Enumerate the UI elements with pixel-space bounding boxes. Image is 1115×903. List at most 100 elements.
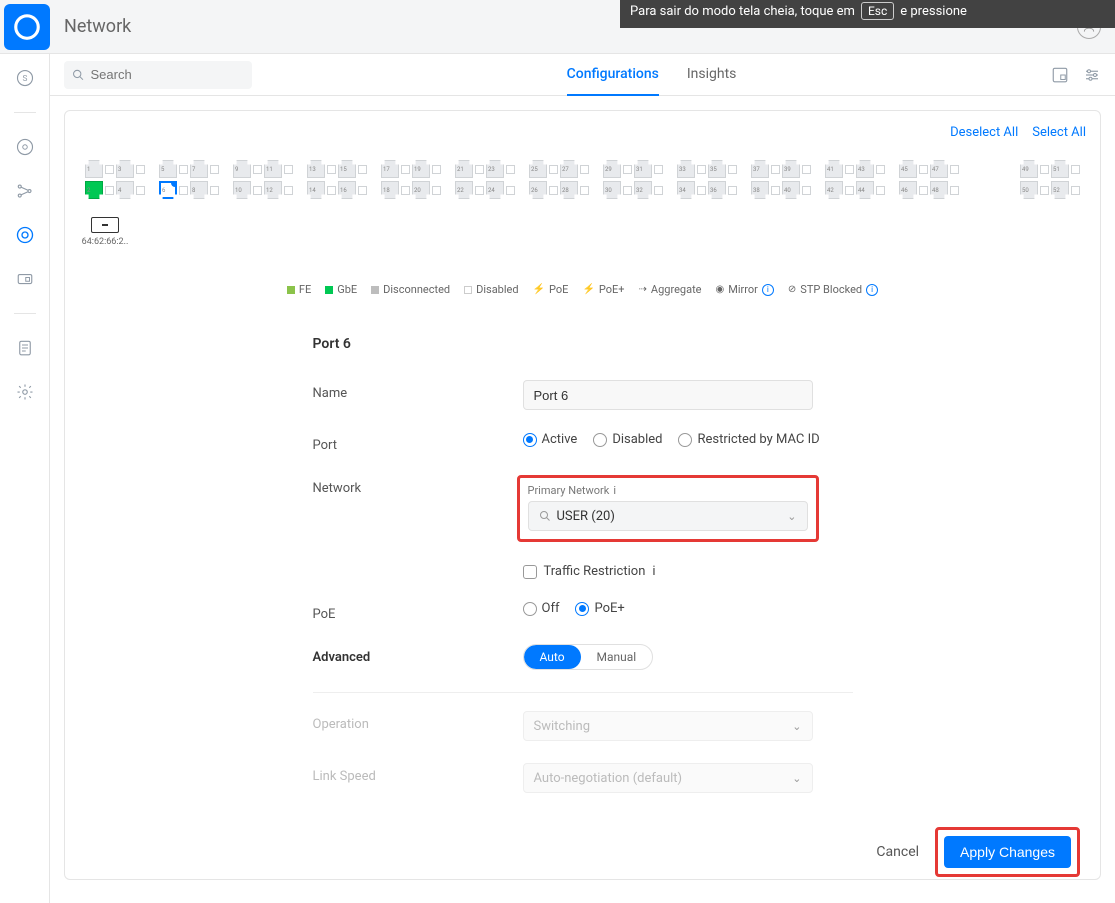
- port-38[interactable]: 38: [751, 181, 769, 199]
- apply-changes-button[interactable]: Apply Changes: [944, 836, 1071, 868]
- port-8[interactable]: 8: [190, 181, 208, 199]
- port-32[interactable]: 32: [634, 181, 652, 199]
- info-icon[interactable]: i: [866, 284, 878, 296]
- port-52[interactable]: 52: [1051, 181, 1069, 199]
- port-icon: [16, 226, 34, 244]
- legend-disconnected: Disconnected: [371, 283, 450, 296]
- port-25[interactable]: 25: [529, 160, 547, 178]
- linkspeed-label: Link Speed: [313, 763, 523, 784]
- operation-label: Operation: [313, 711, 523, 732]
- port-46[interactable]: 46: [899, 181, 917, 199]
- port-2[interactable]: 2: [85, 181, 103, 199]
- connected-device[interactable]: 64:62:66:2..: [85, 217, 125, 247]
- port-49[interactable]: 49: [1020, 160, 1038, 178]
- layout-toggle-button[interactable]: [1051, 66, 1069, 84]
- port-36[interactable]: 36: [708, 181, 726, 199]
- port-51[interactable]: 51: [1051, 160, 1069, 178]
- sidebar-item-ports[interactable]: [11, 221, 39, 249]
- sidebar-item-logs[interactable]: [11, 334, 39, 362]
- port-34[interactable]: 34: [677, 181, 695, 199]
- port-6[interactable]: 6: [159, 181, 177, 199]
- port-14[interactable]: 14: [307, 181, 325, 199]
- port-17[interactable]: 17: [381, 160, 399, 178]
- deselect-all-link[interactable]: Deselect All: [950, 125, 1018, 140]
- port-41[interactable]: 41: [825, 160, 843, 178]
- port-50[interactable]: 50: [1020, 181, 1038, 199]
- port-12[interactable]: 12: [264, 181, 282, 199]
- port-24[interactable]: 24: [486, 181, 504, 199]
- port-29[interactable]: 29: [603, 160, 621, 178]
- poe-plus-radio[interactable]: PoE+: [575, 601, 624, 616]
- port-10[interactable]: 10: [233, 181, 251, 199]
- port-1[interactable]: 1: [85, 160, 103, 178]
- port-27[interactable]: 27: [560, 160, 578, 178]
- port-48[interactable]: 48: [930, 181, 948, 199]
- port-37[interactable]: 37: [751, 160, 769, 178]
- port-40[interactable]: 40: [782, 181, 800, 199]
- port-7[interactable]: 7: [190, 160, 208, 178]
- traffic-restriction-checkbox[interactable]: [523, 565, 537, 579]
- legend-poeplus: ⚡PoE+: [582, 283, 624, 296]
- port-22[interactable]: 22: [455, 181, 473, 199]
- sidebar-item-settings[interactable]: [11, 378, 39, 406]
- sidebar-item-gateway[interactable]: [11, 265, 39, 293]
- port-4[interactable]: 4: [116, 181, 134, 199]
- topology-icon: [16, 138, 34, 156]
- port-35[interactable]: 35: [708, 160, 726, 178]
- port-name-input[interactable]: [523, 380, 813, 410]
- advanced-manual-option[interactable]: Manual: [581, 645, 653, 669]
- port-42[interactable]: 42: [825, 181, 843, 199]
- main-content: Configurations Insights Deselect All Sel…: [50, 54, 1115, 903]
- port-3[interactable]: 3: [116, 160, 134, 178]
- port-18[interactable]: 18: [381, 181, 399, 199]
- port-11[interactable]: 11: [264, 160, 282, 178]
- primary-network-dropdown[interactable]: USER (20) ⌄: [528, 501, 808, 531]
- port-47[interactable]: 47: [930, 160, 948, 178]
- name-label: Name: [313, 380, 523, 401]
- port-16[interactable]: 16: [338, 181, 356, 199]
- port-9[interactable]: 9: [233, 160, 251, 178]
- port-39[interactable]: 39: [782, 160, 800, 178]
- port-restricted-radio[interactable]: Restricted by MAC ID: [678, 432, 819, 447]
- advanced-label: Advanced: [313, 644, 523, 665]
- sliders-icon: [1083, 66, 1101, 84]
- poe-off-radio[interactable]: Off: [523, 601, 560, 616]
- port-5[interactable]: 5: [159, 160, 177, 178]
- port-23[interactable]: 23: [486, 160, 504, 178]
- port-43[interactable]: 43: [856, 160, 874, 178]
- port-active-radio[interactable]: Active: [523, 432, 578, 447]
- port-21[interactable]: 21: [455, 160, 473, 178]
- sidebar-item-topology[interactable]: [11, 133, 39, 161]
- port-20[interactable]: 20: [412, 181, 430, 199]
- advanced-auto-option[interactable]: Auto: [524, 645, 581, 669]
- port-33[interactable]: 33: [677, 160, 695, 178]
- cancel-button[interactable]: Cancel: [872, 836, 923, 868]
- port-15[interactable]: 15: [338, 160, 356, 178]
- search-box[interactable]: [64, 61, 252, 89]
- filter-toggle-button[interactable]: [1083, 66, 1101, 84]
- select-all-link[interactable]: Select All: [1032, 125, 1086, 140]
- info-icon[interactable]: i: [613, 484, 616, 497]
- search-input[interactable]: [91, 67, 245, 82]
- port-disabled-radio[interactable]: Disabled: [593, 432, 662, 447]
- app-logo[interactable]: [4, 4, 50, 50]
- legend-aggregate: ⇢Aggregate: [639, 283, 702, 296]
- tab-insights[interactable]: Insights: [687, 54, 737, 96]
- info-icon[interactable]: i: [652, 564, 655, 579]
- port-26[interactable]: 26: [529, 181, 547, 199]
- port-31[interactable]: 31: [634, 160, 652, 178]
- port-44[interactable]: 44: [856, 181, 874, 199]
- info-icon[interactable]: i: [762, 284, 774, 296]
- port-45[interactable]: 45: [899, 160, 917, 178]
- port-config-card: Deselect All Select All 1324576891110121…: [64, 110, 1101, 880]
- port-28[interactable]: 28: [560, 181, 578, 199]
- sidebar-item-s[interactable]: S: [11, 64, 39, 92]
- tab-configurations[interactable]: Configurations: [567, 54, 659, 96]
- port-13[interactable]: 13: [307, 160, 325, 178]
- legend-disabled: Disabled: [464, 283, 518, 296]
- sidebar-item-graph[interactable]: [11, 177, 39, 205]
- svg-text:S: S: [22, 74, 27, 84]
- port-19[interactable]: 19: [412, 160, 430, 178]
- search-icon: [539, 510, 551, 522]
- port-30[interactable]: 30: [603, 181, 621, 199]
